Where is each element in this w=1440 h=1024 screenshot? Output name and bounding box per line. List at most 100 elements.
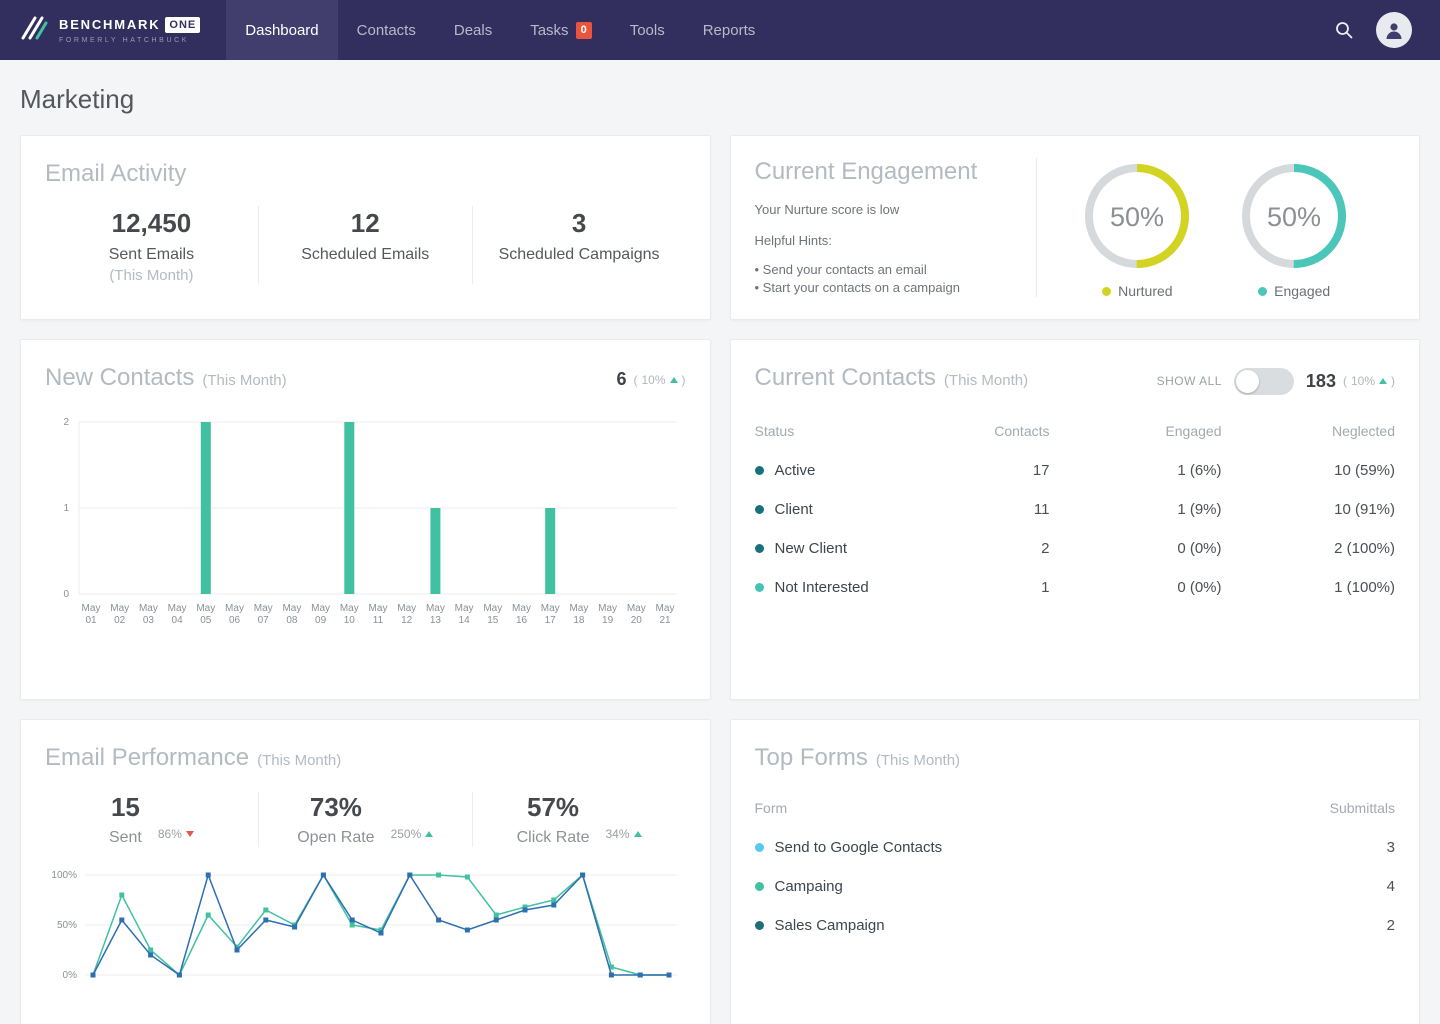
svg-text:May: May	[110, 603, 129, 614]
svg-text:May: May	[455, 603, 474, 614]
stat-click-rate: 57% Click Rate 34%	[472, 792, 686, 847]
page-title: Marketing	[20, 84, 1420, 115]
svg-text:19: 19	[602, 615, 614, 626]
nav-item-tasks[interactable]: Tasks 0	[511, 0, 610, 60]
nav-label: Tasks	[530, 22, 568, 39]
status-dot	[755, 505, 764, 514]
col-form: Form	[755, 800, 1286, 816]
svg-text:12: 12	[401, 615, 413, 626]
engaged-value: 0 (0%)	[1050, 540, 1222, 557]
contacts-value: 11	[930, 501, 1050, 518]
engaged-value: 1 (9%)	[1050, 501, 1222, 518]
card-new-contacts: New Contacts (This Month) 6 ( 10% ) 012M…	[20, 339, 711, 700]
contacts-value: 2	[930, 540, 1050, 557]
stat-scheduled-emails: 12 Scheduled Emails	[258, 206, 472, 284]
nav-label: Contacts	[357, 22, 416, 39]
svg-text:50%: 50%	[57, 920, 77, 931]
user-avatar[interactable]	[1376, 12, 1412, 48]
trend-up-icon	[1379, 378, 1387, 384]
top-forms-table: Form Submittals Send to Google Contacts …	[755, 792, 1396, 945]
svg-text:02: 02	[114, 615, 126, 626]
svg-text:May: May	[139, 603, 158, 614]
svg-text:09: 09	[315, 615, 327, 626]
search-icon[interactable]	[1334, 20, 1354, 40]
table-row[interactable]: New Client 2 0 (0%) 2 (100%)	[755, 529, 1396, 568]
form-dot	[755, 843, 764, 852]
hint-item: Start your contacts on a campaign	[755, 280, 1012, 295]
gauge-label-text: Nurtured	[1118, 283, 1172, 299]
engaged-value: 1 (6%)	[1050, 462, 1222, 479]
nav-item-dashboard[interactable]: Dashboard	[226, 0, 337, 60]
neglected-value: 10 (59%)	[1222, 462, 1396, 479]
table-row[interactable]: Send to Google Contacts 3	[755, 828, 1396, 867]
nav-item-tools[interactable]: Tools	[611, 0, 684, 60]
form-dot	[755, 882, 764, 891]
form-label: Send to Google Contacts	[775, 839, 943, 856]
show-all-label: SHOW ALL	[1157, 374, 1222, 388]
stat-value: 57%	[517, 792, 590, 823]
stat-value: 12	[259, 208, 472, 239]
stat-sent: 15 Sent 86%	[45, 792, 258, 847]
svg-text:May: May	[282, 603, 301, 614]
nav-item-contacts[interactable]: Contacts	[338, 0, 435, 60]
table-row[interactable]: Sales Campaign 2	[755, 906, 1396, 945]
svg-text:21: 21	[659, 615, 671, 626]
svg-text:01: 01	[85, 615, 97, 626]
status-label: Not Interested	[775, 579, 869, 596]
email-performance-line-chart: 0%50%100%	[45, 867, 686, 1006]
svg-text:May: May	[397, 603, 416, 614]
svg-text:1: 1	[63, 503, 69, 514]
new-contacts-total: 6	[616, 369, 626, 390]
stat-sent-emails: 12,450 Sent Emails (This Month)	[45, 206, 258, 284]
contacts-status-table: Status Contacts Engaged Neglected Active…	[755, 415, 1396, 607]
svg-text:May: May	[512, 603, 531, 614]
nav-item-reports[interactable]: Reports	[684, 0, 775, 60]
svg-text:08: 08	[286, 615, 298, 626]
main-nav: Dashboard Contacts Deals Tasks 0 Tools R…	[226, 0, 774, 60]
nurtured-gauge: 50% Nurtured	[1081, 160, 1193, 299]
col-neglected: Neglected	[1222, 423, 1396, 439]
brand-suffix: ONE	[165, 17, 200, 33]
svg-text:May: May	[656, 603, 675, 614]
form-label: Campaing	[775, 878, 843, 895]
stat-label: Scheduled Emails	[259, 246, 472, 264]
trend-up-icon	[670, 377, 678, 383]
nav-item-deals[interactable]: Deals	[435, 0, 511, 60]
brand-name: BENCHMARK	[59, 17, 160, 32]
stat-change: 250%	[391, 827, 434, 847]
top-forms-subtitle: (This Month)	[876, 752, 960, 769]
table-row[interactable]: Not Interested 1 0 (0%) 1 (100%)	[755, 568, 1396, 607]
col-engaged: Engaged	[1050, 423, 1222, 439]
show-all-toggle[interactable]	[1234, 368, 1294, 395]
svg-text:18: 18	[573, 615, 585, 626]
card-email-performance: Email Performance (This Month) 15 Sent 8…	[20, 719, 711, 1024]
brand-logo[interactable]: BENCHMARK ONE FORMERLY HATCHBUCK	[0, 0, 226, 60]
helpful-hints-title: Helpful Hints:	[755, 233, 1012, 248]
svg-text:13: 13	[430, 615, 442, 626]
svg-text:50%: 50%	[1110, 202, 1164, 232]
nav-label: Deals	[454, 22, 492, 39]
svg-text:0: 0	[63, 589, 69, 600]
nav-label: Tools	[630, 22, 665, 39]
stat-label: Sent Emails	[45, 246, 258, 264]
table-row[interactable]: Active 17 1 (6%) 10 (59%)	[755, 451, 1396, 490]
svg-text:05: 05	[200, 615, 212, 626]
svg-text:10: 10	[344, 615, 356, 626]
neglected-value: 1 (100%)	[1222, 579, 1396, 596]
status-label: Client	[775, 501, 813, 518]
stat-subnote: (This Month)	[45, 267, 258, 284]
nav-label: Dashboard	[245, 22, 318, 39]
svg-text:May: May	[82, 603, 101, 614]
toggle-knob	[1236, 370, 1259, 393]
submittals-value: 2	[1285, 917, 1395, 934]
person-icon	[1384, 20, 1404, 40]
table-row[interactable]: Campaing 4	[755, 867, 1396, 906]
gauge-label-text: Engaged	[1274, 283, 1330, 299]
card-email-activity: Email Activity 12,450 Sent Emails (This …	[20, 135, 711, 320]
stat-value: 15	[109, 792, 142, 823]
paren: (	[633, 373, 637, 387]
svg-text:May: May	[426, 603, 445, 614]
new-contacts-change: ( 10% )	[633, 373, 685, 387]
table-row[interactable]: Client 11 1 (9%) 10 (91%)	[755, 490, 1396, 529]
paren: )	[1391, 374, 1395, 388]
